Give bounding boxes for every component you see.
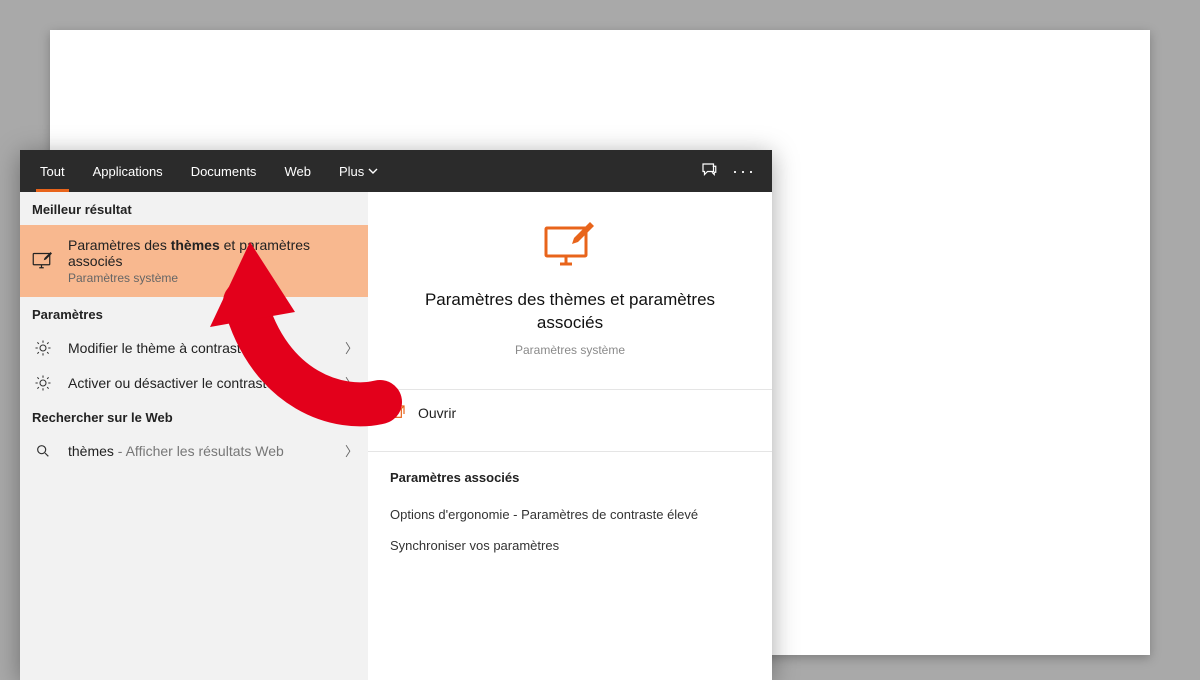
associated-settings-title: Paramètres associés — [390, 470, 750, 485]
windows-search-panel: Tout Applications Documents Web Plus ···… — [20, 150, 772, 680]
open-icon — [390, 404, 406, 423]
web-result-suffix: - Afficher les résultats Web — [114, 443, 284, 459]
tab-more-label: Plus — [339, 164, 364, 179]
search-tabs-bar: Tout Applications Documents Web Plus ··· — [20, 150, 772, 192]
chevron-right-icon: 〉 — [345, 338, 358, 357]
web-result-item[interactable]: thèmes - Afficher les résultats Web 〉 — [20, 433, 368, 468]
tab-all[interactable]: Tout — [26, 150, 79, 192]
results-column: Meilleur résultat Paramètres des thèmes … — [20, 192, 368, 680]
section-settings: Paramètres — [20, 297, 368, 330]
chevron-right-icon: 〉 — [345, 441, 358, 460]
best-result-line-before: Paramètres des — [68, 237, 171, 253]
best-result-item[interactable]: Paramètres des thèmes et paramètres asso… — [20, 225, 368, 297]
tab-more[interactable]: Plus — [325, 150, 392, 192]
detail-subtitle: Paramètres système — [515, 343, 625, 357]
open-action[interactable]: Ouvrir — [368, 390, 772, 437]
open-label: Ouvrir — [418, 405, 456, 421]
settings-item-2-label: Activer ou désactiver le contraste élevé — [68, 375, 333, 391]
settings-result-toggle-contrast[interactable]: Activer ou désactiver le contraste élevé… — [20, 365, 368, 400]
best-result-subtitle: Paramètres système — [68, 271, 358, 285]
chevron-right-icon: 〉 — [345, 373, 358, 392]
tab-web[interactable]: Web — [270, 150, 325, 192]
chevron-down-icon — [368, 166, 378, 176]
section-best-result: Meilleur résultat — [20, 192, 368, 225]
brightness-icon — [30, 374, 56, 392]
associated-link-sync[interactable]: Synchroniser vos paramètres — [390, 530, 750, 561]
settings-item-1-label: Modifier le thème à contraste élevé — [68, 340, 333, 356]
personalize-icon — [30, 249, 56, 273]
brightness-icon — [30, 339, 56, 357]
detail-header: Paramètres des thèmes et paramètres asso… — [368, 192, 772, 375]
web-result-text: thèmes - Afficher les résultats Web — [68, 443, 333, 459]
feedback-icon[interactable] — [700, 161, 718, 182]
settings-result-contrast-theme[interactable]: Modifier le thème à contraste élevé 〉 — [20, 330, 368, 365]
detail-title: Paramètres des thèmes et paramètres asso… — [420, 289, 720, 335]
search-icon — [30, 443, 56, 459]
best-result-text: Paramètres des thèmes et paramètres asso… — [68, 237, 358, 285]
section-web-search: Rechercher sur le Web — [20, 400, 368, 433]
best-result-bold: thèmes — [171, 237, 220, 253]
tab-documents[interactable]: Documents — [177, 150, 271, 192]
associated-link-ergonomics[interactable]: Options d'ergonomie - Paramètres de cont… — [390, 499, 750, 530]
tab-applications[interactable]: Applications — [79, 150, 177, 192]
more-options-icon[interactable]: ··· — [732, 161, 756, 182]
personalize-large-icon — [542, 220, 598, 275]
detail-column: Paramètres des thèmes et paramètres asso… — [368, 192, 772, 680]
search-body: Meilleur résultat Paramètres des thèmes … — [20, 192, 772, 680]
web-result-term: thèmes — [68, 443, 114, 459]
associated-settings-block: Paramètres associés Options d'ergonomie … — [368, 452, 772, 571]
